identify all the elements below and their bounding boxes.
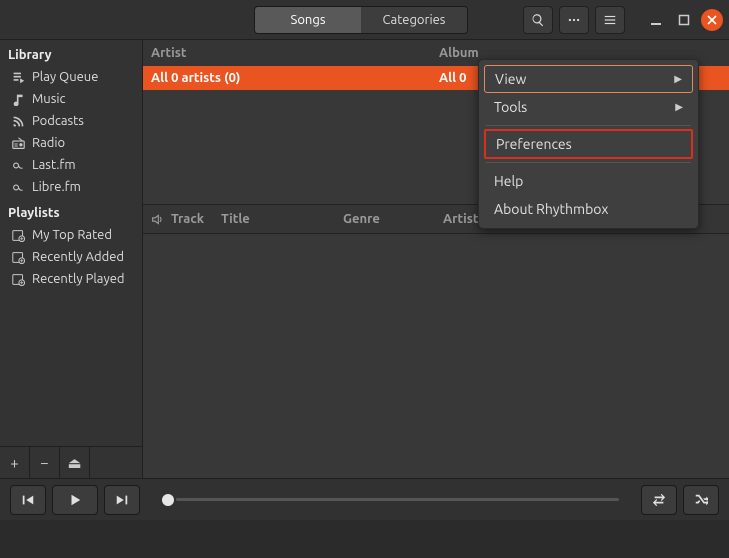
play-queue-icon [12,71,25,84]
sidebar-item-music[interactable]: Music [0,88,142,110]
smart-playlist-icon [12,229,25,242]
menu-item-label: Tools [494,99,527,115]
smart-playlist-icon [12,251,25,264]
tab-songs[interactable]: Songs [255,7,361,33]
titlebar: Songs Categories [0,0,729,40]
sidebar-item-label: My Top Rated [32,228,112,242]
repeat-button[interactable] [641,485,677,515]
play-icon [68,493,82,507]
sidebar-item-podcasts[interactable]: Podcasts [0,110,142,132]
submenu-arrow-icon: ▶ [674,73,682,85]
more-button[interactable] [559,6,589,34]
sidebar-item-label: Music [32,92,66,106]
sidebar-item-label: Libre.fm [32,180,81,194]
repeat-icon [652,493,666,507]
seek-track [176,498,619,501]
smart-playlist-icon [12,273,25,286]
sidebar-item-label: Radio [32,136,65,150]
librefm-icon [12,181,25,194]
dots-icon [567,13,581,27]
menu-item-preferences[interactable]: Preferences [484,130,693,158]
remove-playlist-button[interactable]: − [30,447,60,478]
app-menu-dropdown: View ▶ Tools ▶ Preferences Help About Rh… [478,59,699,229]
sidebar-item-lastfm[interactable]: Last.fm [0,154,142,176]
search-button[interactable] [523,6,553,34]
play-button[interactable] [52,485,98,515]
sidebar-item-recently-added[interactable]: Recently Added [0,246,142,268]
seek-slider[interactable] [162,494,619,506]
sidebar-item-radio[interactable]: Radio [0,132,142,154]
column-genre[interactable]: Genre [343,212,443,226]
close-icon [707,15,717,25]
menu-item-tools[interactable]: Tools ▶ [484,93,693,121]
shuffle-icon [694,493,708,507]
skip-next-icon [115,493,129,507]
sidebar-item-label: Play Queue [32,70,98,84]
menu-separator [486,125,691,126]
browser-cell-artist: All 0 artists (0) [143,71,431,85]
player-bar [0,478,729,520]
menu-item-label: Help [494,173,523,189]
eject-button[interactable]: ⏏ [60,447,90,478]
window-maximize-button[interactable] [673,9,695,31]
sidebar-item-librefm[interactable]: Libre.fm [0,176,142,198]
sidebar-item-label: Recently Played [32,272,125,286]
sidebar: Library Play Queue Music Podcasts Radio … [0,40,143,478]
skip-previous-icon [21,493,35,507]
sidebar-item-play-queue[interactable]: Play Queue [0,66,142,88]
tracklist-body [143,234,729,478]
browser-header-artist[interactable]: Artist [143,46,431,60]
seek-knob[interactable] [162,494,174,506]
menu-item-about[interactable]: About Rhythmbox [484,195,693,223]
prev-track-button[interactable] [10,485,46,515]
sidebar-item-recently-played[interactable]: Recently Played [0,268,142,290]
menu-item-label: Preferences [496,136,572,152]
next-track-button[interactable] [104,485,140,515]
window-close-button[interactable] [701,9,723,31]
sidebar-item-my-top-rated[interactable]: My Top Rated [0,224,142,246]
sidebar-item-label: Podcasts [32,114,84,128]
menu-separator [486,162,691,163]
submenu-arrow-icon: ▶ [675,101,683,113]
minimize-icon [650,14,662,26]
shuffle-button[interactable] [683,485,719,515]
menu-item-label: View [495,71,526,87]
hamburger-icon [603,13,617,27]
sidebar-section-library: Library [0,40,142,66]
speaker-icon [151,213,164,226]
sidebar-item-label: Last.fm [32,158,76,172]
column-track[interactable]: Track [171,212,221,226]
maximize-icon [678,14,690,26]
menu-item-label: About Rhythmbox [494,201,608,217]
search-icon [531,13,545,27]
column-playing[interactable] [143,213,171,226]
menu-item-view[interactable]: View ▶ [484,65,693,93]
lastfm-icon [12,159,25,172]
sidebar-item-label: Recently Added [32,250,124,264]
view-tab-group: Songs Categories [254,6,468,34]
podcasts-icon [12,115,25,128]
radio-icon [12,137,25,150]
sidebar-section-playlists: Playlists [0,198,142,224]
window-minimize-button[interactable] [645,9,667,31]
menu-item-help[interactable]: Help [484,167,693,195]
add-playlist-button[interactable]: + [0,447,30,478]
sidebar-footer: + − ⏏ [0,446,142,478]
music-icon [12,93,25,106]
app-menu-button[interactable] [595,6,625,34]
tab-categories[interactable]: Categories [361,7,467,33]
column-title[interactable]: Title [221,212,343,226]
browser-header-album[interactable]: Album [431,46,729,60]
